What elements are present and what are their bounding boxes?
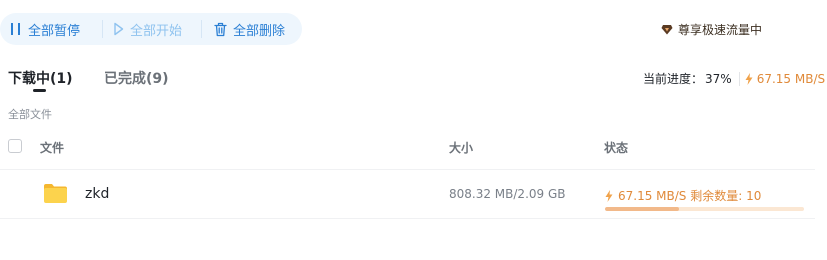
progress-divider (738, 71, 740, 86)
column-header-status[interactable]: 状态 (604, 139, 628, 156)
progress-bar-fill (605, 207, 679, 211)
start-all-label: 全部开始 (130, 23, 183, 39)
start-all-button[interactable]: 全部开始 (103, 13, 201, 45)
lightning-icon (605, 189, 613, 202)
diamond-icon (661, 25, 673, 35)
delete-all-button[interactable]: 全部删除 (202, 13, 285, 45)
column-header-size[interactable]: 大小 (449, 139, 473, 156)
pause-all-label: 全部暂停 (28, 23, 81, 39)
header-divider (0, 169, 815, 170)
section-label: 全部文件 (8, 108, 52, 121)
trash-icon (214, 22, 227, 36)
file-size: 808.32 MB/2.09 GB (449, 187, 566, 201)
progress-bar (605, 207, 804, 211)
status-text: 67.15 MB/S 剩余数量: 10 (618, 189, 762, 203)
select-all-checkbox[interactable] (8, 139, 22, 153)
vip-label: 尊享极速流量中 (678, 23, 763, 37)
row-divider (0, 218, 815, 219)
file-name[interactable]: zkd (85, 186, 109, 202)
folder-icon (43, 183, 68, 208)
batch-toolbar: 全部暂停 全部开始 全部删除 (0, 13, 302, 45)
tab-downloading[interactable]: 下载中(1) (8, 68, 73, 88)
tab-completed[interactable]: 已完成(9) (104, 68, 169, 88)
active-tab-indicator (33, 89, 46, 92)
pause-all-button[interactable]: 全部暂停 (0, 13, 102, 45)
vip-speed-badge: 尊享极速流量中 (661, 21, 762, 38)
progress-percent: 37% (705, 71, 732, 86)
column-header-file[interactable]: 文件 (40, 139, 64, 156)
download-status: 67.15 MB/S 剩余数量: 10 (605, 187, 761, 204)
lightning-icon (745, 72, 753, 85)
overall-progress: 当前进度： 37% 67.15 MB/S (643, 70, 825, 87)
progress-label: 当前进度： (643, 72, 704, 86)
delete-all-label: 全部删除 (233, 23, 286, 39)
overall-speed: 67.15 MB/S (756, 71, 826, 86)
pause-icon (11, 23, 20, 35)
play-icon (114, 22, 124, 36)
